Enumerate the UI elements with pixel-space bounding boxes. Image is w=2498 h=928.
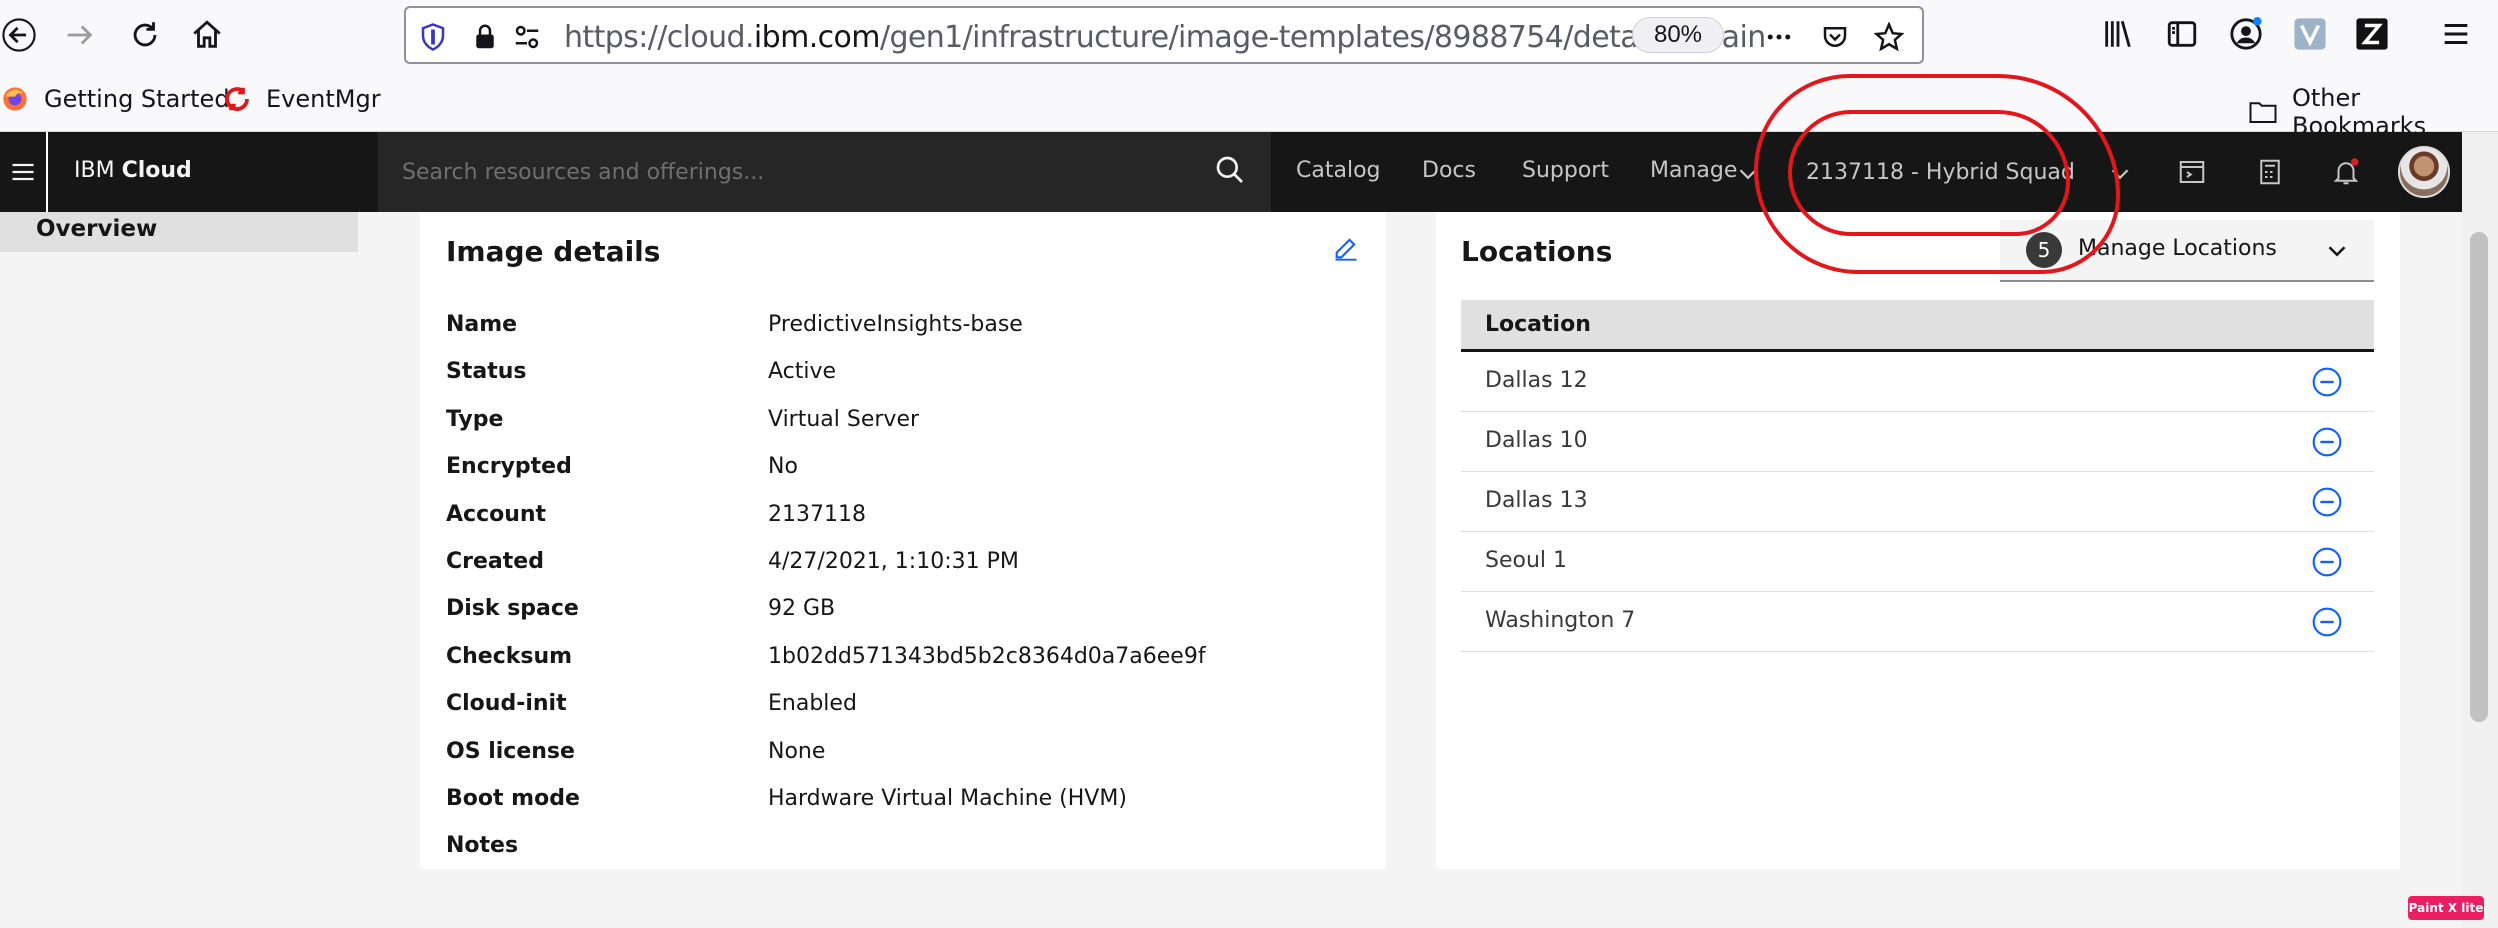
bookmark-star-icon[interactable] bbox=[1872, 20, 1906, 54]
sidebar-icon[interactable] bbox=[2162, 14, 2202, 54]
location-name: Washington 7 bbox=[1485, 608, 1636, 633]
location-row: Washington 7 bbox=[1461, 592, 2374, 652]
search-input[interactable] bbox=[402, 154, 1182, 190]
remove-location-icon[interactable] bbox=[2311, 546, 2343, 578]
detail-label: Cloud-init bbox=[446, 691, 567, 716]
detail-value: None bbox=[768, 739, 826, 764]
image-details-card bbox=[420, 212, 1386, 869]
url-bar[interactable]: https://cloud.ibm.com/gen1/infrastructur… bbox=[404, 6, 1924, 64]
tracking-protection-shield-icon[interactable] bbox=[416, 20, 450, 54]
image-details-title: Image details bbox=[446, 235, 661, 268]
remove-location-icon[interactable] bbox=[2311, 426, 2343, 458]
location-row: Dallas 12 bbox=[1461, 352, 2374, 412]
manage-locations-label: Manage Locations bbox=[2078, 236, 2277, 261]
search-icon[interactable] bbox=[1214, 154, 1250, 190]
firefox-icon bbox=[0, 84, 30, 114]
reload-icon bbox=[133, 22, 157, 47]
location-row: Dallas 10 bbox=[1461, 412, 2374, 472]
detail-value: Active bbox=[768, 359, 837, 384]
bookmark-label: Getting Started bbox=[44, 85, 230, 113]
library-icon[interactable] bbox=[2098, 14, 2138, 54]
detail-value: Virtual Server bbox=[768, 407, 920, 432]
sidebar-item-overview[interactable]: Overview bbox=[0, 212, 358, 252]
eventmgr-icon bbox=[222, 84, 252, 114]
account-icon[interactable] bbox=[2226, 14, 2266, 54]
detail-value: 1b02dd571343bd5b2c8364d0a7a6ee9f bbox=[768, 644, 1206, 669]
detail-value: 92 GB bbox=[768, 596, 836, 621]
folder-icon bbox=[2248, 97, 2278, 127]
hamburger-menu-button[interactable] bbox=[0, 132, 48, 212]
detail-value: Enabled bbox=[768, 691, 857, 716]
ibm-cloud-logo[interactable]: IBM Cloud bbox=[74, 158, 192, 183]
detail-label: Boot mode bbox=[446, 786, 580, 811]
location-name: Dallas 12 bbox=[1485, 368, 1588, 393]
extension-z-icon[interactable] bbox=[2352, 14, 2392, 54]
location-name: Dallas 10 bbox=[1485, 428, 1588, 453]
location-row: Dallas 13 bbox=[1461, 472, 2374, 532]
detail-label: Notes bbox=[446, 833, 519, 858]
location-name: Dallas 13 bbox=[1485, 488, 1588, 513]
detail-value: 2137118 bbox=[768, 502, 866, 527]
zoom-level-button[interactable]: 80% bbox=[1632, 17, 1724, 53]
hamburger-icon bbox=[12, 163, 34, 181]
paint-x-lite-watermark: Paint X lite bbox=[2408, 896, 2484, 920]
nav-manage[interactable]: Manage bbox=[1650, 158, 1737, 183]
location-row: Seoul 1 bbox=[1461, 532, 2374, 592]
sidebar-item-label: Overview bbox=[36, 216, 158, 242]
back-button[interactable] bbox=[0, 10, 44, 60]
locations-table-header: Location bbox=[1461, 300, 2374, 352]
detail-label: Name bbox=[446, 312, 518, 337]
nav-docs[interactable]: Docs bbox=[1422, 158, 1476, 183]
pocket-icon[interactable] bbox=[1818, 20, 1852, 54]
detail-label: OS license bbox=[446, 739, 575, 764]
bookmark-getting-started[interactable]: Getting Started bbox=[0, 84, 230, 114]
bookmark-eventmgr[interactable]: EventMgr bbox=[222, 84, 381, 114]
page-actions-icon[interactable] bbox=[1762, 20, 1796, 54]
detail-value: No bbox=[768, 454, 798, 479]
notifications-bell-icon[interactable] bbox=[2326, 152, 2366, 192]
nav-catalog[interactable]: Catalog bbox=[1296, 158, 1381, 183]
cost-estimator-icon[interactable] bbox=[2250, 152, 2290, 192]
forward-button[interactable] bbox=[54, 10, 104, 60]
bookmark-label: EventMgr bbox=[266, 85, 381, 113]
url-text[interactable]: https://cloud.ibm.com/gen1/infrastructur… bbox=[564, 20, 1766, 55]
app-menu-icon[interactable] bbox=[2436, 14, 2476, 54]
detail-label: Account bbox=[446, 502, 547, 527]
global-search bbox=[378, 132, 1271, 212]
detail-label: Type bbox=[446, 407, 504, 432]
location-column-header: Location bbox=[1485, 312, 1591, 337]
locations-title: Locations bbox=[1461, 235, 1613, 268]
user-avatar[interactable] bbox=[2398, 146, 2450, 198]
extension-v-icon[interactable] bbox=[2290, 14, 2330, 54]
remove-location-icon[interactable] bbox=[2311, 486, 2343, 518]
edit-pencil-icon[interactable] bbox=[1332, 234, 1362, 264]
home-button[interactable] bbox=[182, 10, 232, 60]
nav-support[interactable]: Support bbox=[1522, 158, 1609, 183]
detail-label: Status bbox=[446, 359, 527, 384]
scrollbar-thumb[interactable] bbox=[2470, 232, 2488, 722]
remove-location-icon[interactable] bbox=[2311, 366, 2343, 398]
annotation-inner-circle bbox=[1788, 110, 2070, 236]
home-icon bbox=[193, 20, 221, 48]
reload-button[interactable] bbox=[120, 10, 170, 60]
detail-value: Hardware Virtual Machine (HVM) bbox=[768, 786, 1127, 811]
detail-label: Created bbox=[446, 549, 544, 574]
detail-label: Checksum bbox=[446, 644, 573, 669]
lock-icon[interactable] bbox=[468, 20, 502, 54]
remove-location-icon[interactable] bbox=[2311, 606, 2343, 638]
site-permissions-icon[interactable] bbox=[510, 20, 544, 54]
detail-value: 4/27/2021, 1:10:31 PM bbox=[768, 549, 1019, 574]
detail-value: PredictiveInsights-base bbox=[768, 312, 1023, 337]
cloud-shell-icon[interactable] bbox=[2172, 152, 2212, 192]
back-arrow-icon bbox=[2, 18, 36, 52]
detail-label: Encrypted bbox=[446, 454, 572, 479]
detail-label: Disk space bbox=[446, 596, 579, 621]
forward-arrow-icon bbox=[67, 25, 93, 45]
chevron-down-icon bbox=[2322, 236, 2352, 266]
location-name: Seoul 1 bbox=[1485, 548, 1568, 573]
browser-toolbar: https://cloud.ibm.com/gen1/infrastructur… bbox=[0, 0, 2498, 70]
